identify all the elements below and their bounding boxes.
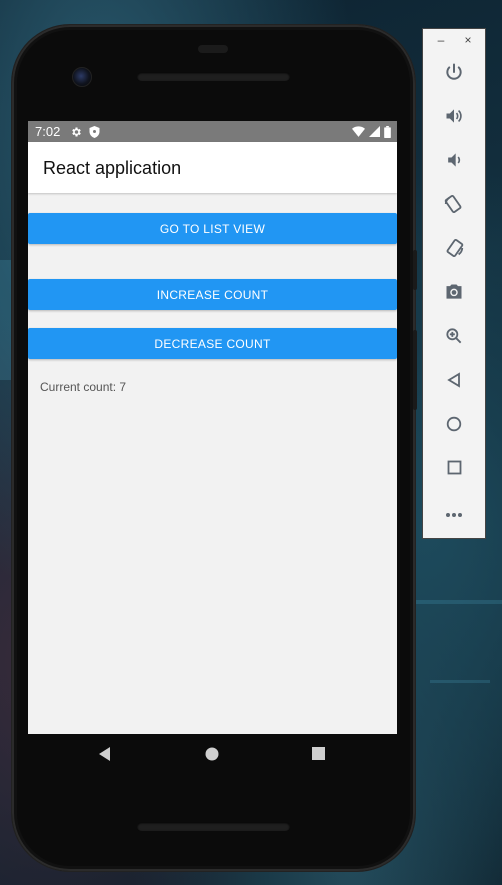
front-camera	[72, 67, 92, 87]
increase-count-button[interactable]: INCREASE COUNT	[28, 279, 397, 310]
back-button[interactable]	[439, 367, 469, 397]
rotate-right-button[interactable]	[439, 235, 469, 265]
shield-icon	[89, 125, 100, 138]
screenshot-button[interactable]	[439, 279, 469, 309]
overview-icon	[447, 460, 462, 480]
wallpaper-streak	[415, 600, 502, 604]
emulator-toolbar: – ×	[422, 28, 486, 539]
volume-down-icon	[444, 150, 464, 175]
current-count-text: Current count: 7	[40, 380, 127, 394]
top-speaker	[137, 72, 290, 81]
nav-overview-button[interactable]	[293, 734, 343, 778]
wallpaper-streak	[430, 680, 490, 683]
nav-back-button[interactable]	[80, 734, 130, 778]
minimize-button[interactable]: –	[434, 33, 448, 47]
app-bar: React application	[28, 142, 397, 193]
zoom-icon	[444, 326, 464, 351]
status-bar: 7:02	[28, 121, 397, 142]
volume-side-button[interactable]	[413, 330, 417, 410]
power-icon	[444, 62, 464, 87]
overview-button[interactable]	[439, 455, 469, 485]
battery-icon	[384, 125, 391, 138]
camera-icon	[444, 282, 464, 307]
wifi-icon	[352, 126, 365, 137]
rotate-left-icon	[443, 193, 465, 220]
overview-square-icon	[311, 747, 325, 765]
back-triangle-icon	[98, 746, 112, 766]
decrease-count-button[interactable]: DECREASE COUNT	[28, 328, 397, 359]
rotate-right-icon	[443, 237, 465, 264]
app-title: React application	[43, 158, 182, 178]
volume-down-button[interactable]	[439, 147, 469, 177]
device-screen: 7:02 React application GO TO LIST VIEW I…	[28, 121, 397, 734]
volume-up-icon	[444, 106, 464, 131]
zoom-button[interactable]	[439, 323, 469, 353]
gear-icon	[70, 126, 82, 138]
wallpaper-streak	[0, 260, 12, 380]
navigation-bar	[28, 734, 397, 778]
back-icon	[446, 371, 462, 393]
power-side-button[interactable]	[413, 250, 417, 290]
bottom-speaker	[137, 822, 290, 831]
home-icon	[446, 416, 462, 437]
more-icon	[445, 505, 463, 523]
nav-home-button[interactable]	[187, 734, 237, 778]
signal-icon	[369, 126, 380, 137]
close-button[interactable]: ×	[461, 33, 475, 47]
rotate-left-button[interactable]	[439, 191, 469, 221]
proximity-sensor	[198, 45, 228, 53]
home-circle-icon	[205, 747, 219, 766]
home-button[interactable]	[439, 411, 469, 441]
status-time: 7:02	[35, 124, 61, 139]
power-button[interactable]	[439, 59, 469, 89]
more-button[interactable]	[439, 499, 469, 529]
go-to-list-view-button[interactable]: GO TO LIST VIEW	[28, 213, 397, 244]
volume-up-button[interactable]	[439, 103, 469, 133]
